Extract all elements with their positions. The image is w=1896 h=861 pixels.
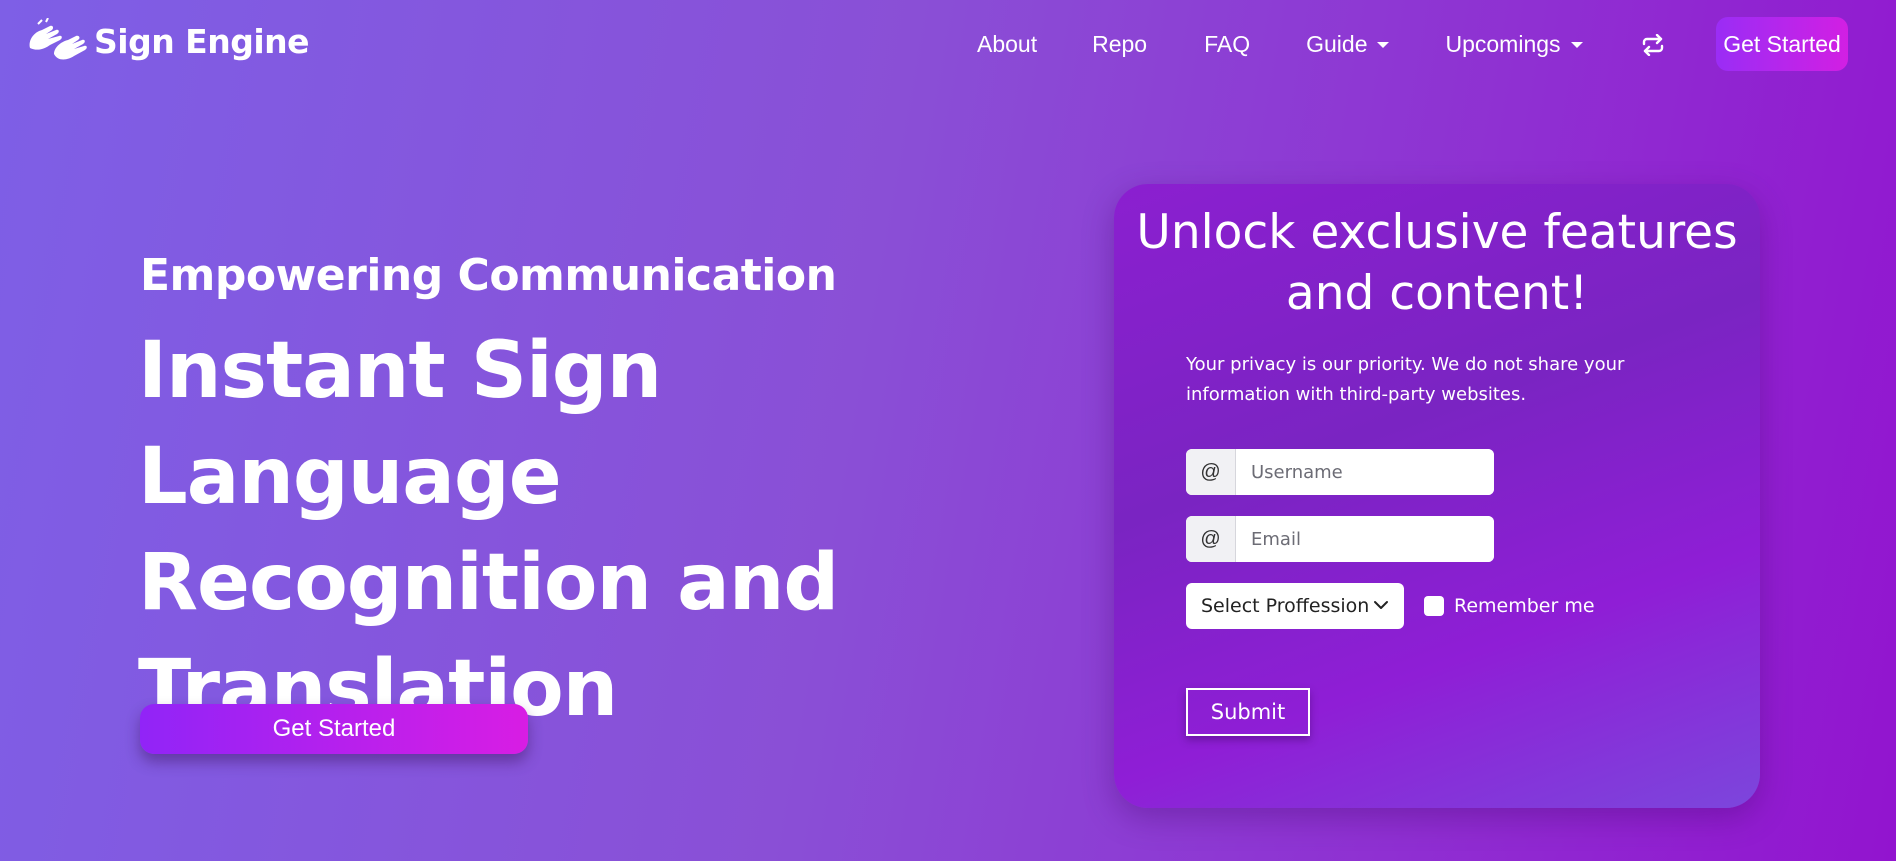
swap-button[interactable] — [1636, 28, 1670, 62]
caret-down-icon — [1570, 42, 1583, 48]
profession-select-value: Select Proffession — [1201, 595, 1370, 617]
username-input-group: @ — [1186, 449, 1494, 495]
remember-me-checkbox[interactable] — [1424, 596, 1444, 616]
nav-links: About Repo FAQ Guide Upcomings — [960, 22, 1583, 66]
username-input[interactable] — [1236, 449, 1494, 495]
nav-link-faq[interactable]: FAQ — [1204, 31, 1250, 58]
remember-me-label: Remember me — [1454, 595, 1595, 617]
hero-get-started-button[interactable]: Get Started — [140, 704, 528, 754]
nav-get-started-button[interactable]: Get Started — [1716, 17, 1848, 71]
nav-link-about[interactable]: About — [977, 31, 1037, 58]
swap-arrows-icon — [1642, 34, 1664, 56]
sign-hands-icon — [29, 18, 87, 60]
at-sign-addon: @ — [1186, 449, 1236, 495]
chevron-down-icon — [1374, 601, 1388, 609]
email-input[interactable] — [1236, 516, 1494, 562]
submit-button[interactable]: Submit — [1186, 688, 1310, 736]
hero-title: Instant Sign Language Recognition and Tr… — [138, 326, 839, 734]
at-sign-addon: @ — [1186, 516, 1236, 562]
nav-dropdown-guide-label: Guide — [1306, 30, 1368, 57]
nav-dropdown-upcomings[interactable]: Upcomings — [1445, 30, 1583, 58]
nav-link-repo[interactable]: Repo — [1092, 31, 1147, 58]
email-input-group: @ — [1186, 516, 1494, 562]
brand-name: Sign Engine — [94, 21, 310, 61]
signup-card: Unlock exclusive features and content! Y… — [1114, 184, 1760, 808]
nav-dropdown-guide[interactable]: Guide — [1306, 30, 1390, 58]
profession-select[interactable]: Select Proffession — [1186, 583, 1404, 629]
card-title: Unlock exclusive features and content! — [1136, 205, 1738, 321]
caret-down-icon — [1377, 42, 1390, 48]
remember-me: Remember me — [1424, 592, 1595, 620]
privacy-notice: Your privacy is our priority. We do not … — [1186, 354, 1625, 405]
nav-dropdown-upcomings-label: Upcomings — [1445, 30, 1561, 57]
navbar: Sign Engine About Repo FAQ Guide Upcomin… — [0, 0, 1896, 86]
brand-logo[interactable]: Sign Engine — [26, 18, 310, 64]
hero-subtitle: Empowering Communication — [140, 250, 837, 301]
